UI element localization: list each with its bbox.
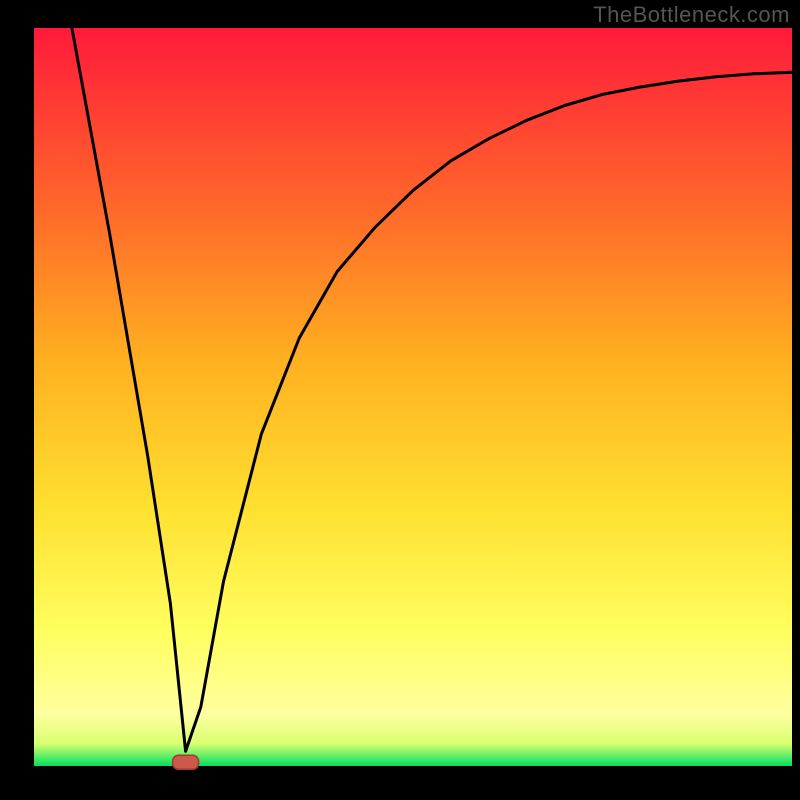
watermark-label: TheBottleneck.com [593, 2, 790, 28]
chart-frame: TheBottleneck.com [0, 0, 800, 800]
plot-background [34, 28, 792, 766]
optimum-marker [173, 755, 199, 769]
bottleneck-chart [0, 0, 800, 800]
